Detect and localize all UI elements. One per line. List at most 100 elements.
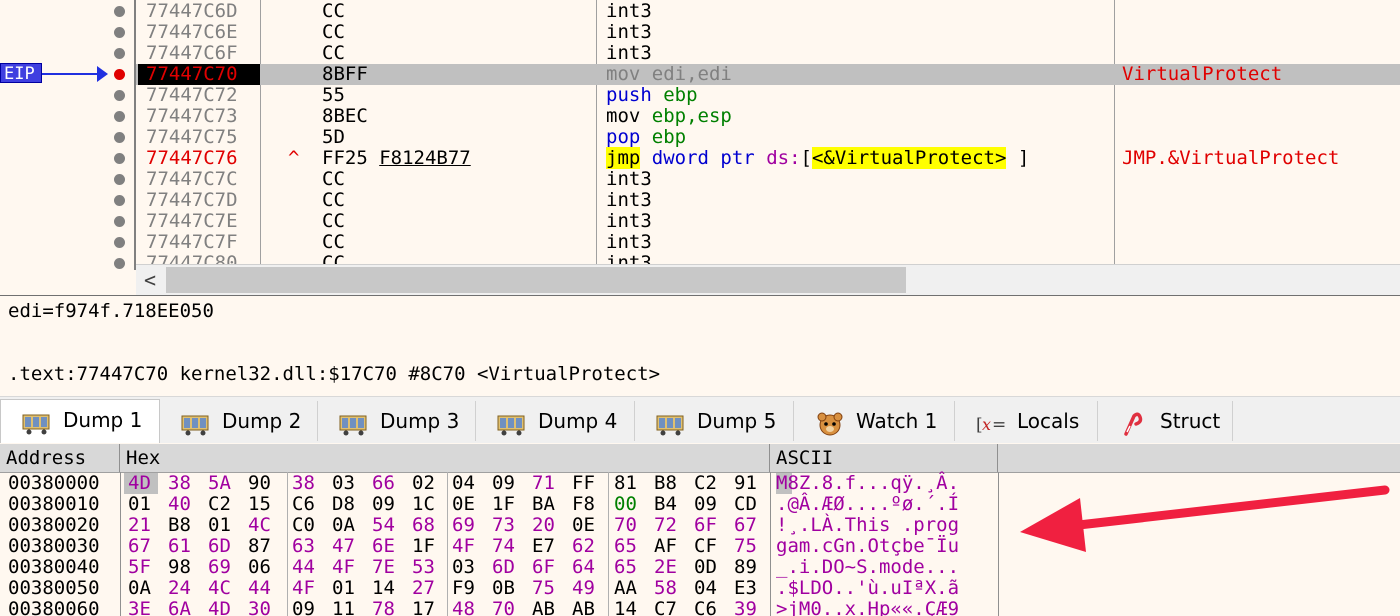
tab-struct[interactable]: Struct (1098, 401, 1233, 441)
hex-byte[interactable]: 00 (614, 494, 644, 515)
breakpoint-active-icon[interactable] (114, 69, 125, 80)
tab-dump-2[interactable]: Dump 2 (160, 401, 318, 441)
hex-byte[interactable]: 15 (248, 494, 278, 515)
hex-byte[interactable]: 87 (248, 536, 278, 557)
hex-byte[interactable]: 64 (572, 557, 602, 578)
disasm-row[interactable]: 77447C7D CC int3 (136, 190, 1400, 211)
disasm-row[interactable]: 77447C6E CC int3 (136, 22, 1400, 43)
dump-row[interactable]: 00380000 4D 38 5A 90 38 03 66 02 04 09 71 FF 81 B8 C2 91… (0, 473, 1000, 494)
hex-byte[interactable]: 20 (532, 515, 562, 536)
instruction-address[interactable]: 77447C73 (146, 106, 238, 127)
hex-byte[interactable]: 4D (128, 473, 158, 494)
disasm-row[interactable]: 77447C75 5D pop ebp (136, 127, 1400, 148)
dump-address[interactable]: 00380020 (8, 515, 100, 536)
hex-byte[interactable]: 5F (128, 557, 158, 578)
disasm-row[interactable]: 77447C72 55 push ebp (136, 85, 1400, 106)
breakpoint-inactive-icon[interactable] (114, 27, 125, 38)
hex-byte[interactable]: 48 (452, 599, 482, 616)
operand-bytes[interactable]: F8124B77 (379, 147, 471, 169)
hex-byte[interactable]: 61 (168, 536, 198, 557)
hex-byte[interactable]: 54 (372, 515, 402, 536)
hex-byte[interactable]: 01 (332, 578, 362, 599)
ascii-text[interactable]: .@Â.ÆØ....ºø.´.Í (776, 494, 959, 515)
breakpoint-inactive-icon[interactable] (114, 6, 125, 17)
dump-address[interactable]: 00380040 (8, 557, 100, 578)
hex-byte[interactable]: C0 (292, 515, 322, 536)
tab-dump-1[interactable]: Dump 1 (0, 399, 160, 443)
header-hex[interactable]: Hex (120, 444, 770, 472)
hex-byte[interactable]: BA (532, 494, 562, 515)
hex-byte[interactable]: 3E (128, 599, 158, 616)
hex-byte[interactable]: 65 (614, 536, 644, 557)
hex-byte[interactable]: 89 (734, 557, 764, 578)
hex-byte[interactable]: 67 (734, 515, 764, 536)
hex-byte[interactable]: 44 (292, 557, 322, 578)
instruction-address[interactable]: 77447C80 (146, 253, 238, 265)
breakpoint-inactive-icon[interactable] (114, 111, 125, 122)
hex-byte[interactable]: 49 (572, 578, 602, 599)
hex-byte[interactable]: 40 (168, 494, 198, 515)
dump-row[interactable]: 00380030 67 61 6D 87 63 47 6E 1F 4F 74 E7 62 65 AF CF 75… (0, 536, 1000, 557)
breakpoint-inactive-icon[interactable] (114, 48, 125, 59)
hex-byte[interactable]: 4F (292, 578, 322, 599)
hex-byte[interactable]: CD (734, 494, 764, 515)
hex-byte[interactable]: C2 (208, 494, 238, 515)
hex-byte[interactable]: 01 (208, 515, 238, 536)
hex-byte[interactable]: AA (614, 578, 644, 599)
hex-byte[interactable]: 01 (128, 494, 158, 515)
hex-byte[interactable]: 6D (492, 557, 522, 578)
disasm-row[interactable]: 77447C6F CC int3 (136, 43, 1400, 64)
hex-byte[interactable]: FF (572, 473, 602, 494)
scroll-left-arrow-icon[interactable]: < (144, 265, 156, 295)
hex-byte[interactable]: 69 (208, 557, 238, 578)
hex-byte[interactable]: C6 (694, 599, 724, 616)
dump-address[interactable]: 00380010 (8, 494, 100, 515)
ascii-text[interactable]: .$LDO..'ù.uIªX.ã (776, 578, 959, 599)
hex-byte[interactable]: 38 (292, 473, 322, 494)
hex-byte[interactable]: 1F (412, 536, 442, 557)
tab-watch-1[interactable]: Watch 1 (794, 401, 955, 441)
breakpoint-inactive-icon[interactable] (114, 90, 125, 101)
tab-dump-3[interactable]: Dump 3 (318, 401, 476, 441)
hex-byte[interactable]: 6F (694, 515, 724, 536)
hex-byte[interactable]: 39 (734, 599, 764, 616)
hex-byte[interactable]: 47 (332, 536, 362, 557)
hex-byte[interactable]: 27 (412, 578, 442, 599)
hex-byte[interactable]: 1F (492, 494, 522, 515)
hex-byte[interactable]: 6A (168, 599, 198, 616)
breakpoint-inactive-icon[interactable] (114, 174, 125, 185)
instruction-address[interactable]: 77447C76 (146, 148, 238, 169)
hex-byte[interactable]: E3 (734, 578, 764, 599)
hex-byte[interactable]: 74 (492, 536, 522, 557)
hex-byte[interactable]: 24 (168, 578, 198, 599)
dump-address[interactable]: 00380030 (8, 536, 100, 557)
scrollbar-thumb[interactable] (166, 267, 906, 293)
hex-byte[interactable]: 17 (412, 599, 442, 616)
hex-byte[interactable]: 03 (452, 557, 482, 578)
hex-byte[interactable]: 4F (332, 557, 362, 578)
hex-byte[interactable]: 7E (372, 557, 402, 578)
hex-byte[interactable]: 21 (128, 515, 158, 536)
hex-byte[interactable]: 65 (614, 557, 644, 578)
hex-byte[interactable]: 0A (128, 578, 158, 599)
dump-address[interactable]: 00380060 (8, 599, 100, 616)
hex-byte[interactable]: 03 (332, 473, 362, 494)
hex-byte[interactable]: 1C (412, 494, 442, 515)
hex-byte[interactable]: 75 (532, 578, 562, 599)
hex-byte[interactable]: 98 (168, 557, 198, 578)
hex-byte[interactable]: 62 (572, 536, 602, 557)
breakpoint-inactive-icon[interactable] (114, 132, 125, 143)
hex-byte[interactable]: 4C (208, 578, 238, 599)
hex-byte[interactable]: 70 (614, 515, 644, 536)
hex-byte[interactable]: 0B (492, 578, 522, 599)
hex-byte[interactable]: D8 (332, 494, 362, 515)
hex-byte[interactable]: 6E (372, 536, 402, 557)
hex-byte[interactable]: 58 (654, 578, 684, 599)
dump-address[interactable]: 00380050 (8, 578, 100, 599)
hex-byte[interactable]: B8 (654, 473, 684, 494)
hex-byte[interactable]: 09 (292, 599, 322, 616)
disasm-row[interactable]: 77447C70 8BFF mov edi,edi VirtualProtect (136, 64, 1400, 85)
hex-byte[interactable]: AB (532, 599, 562, 616)
pane-divider[interactable] (0, 295, 1400, 296)
instruction-address[interactable]: 77447C7C (146, 169, 238, 190)
